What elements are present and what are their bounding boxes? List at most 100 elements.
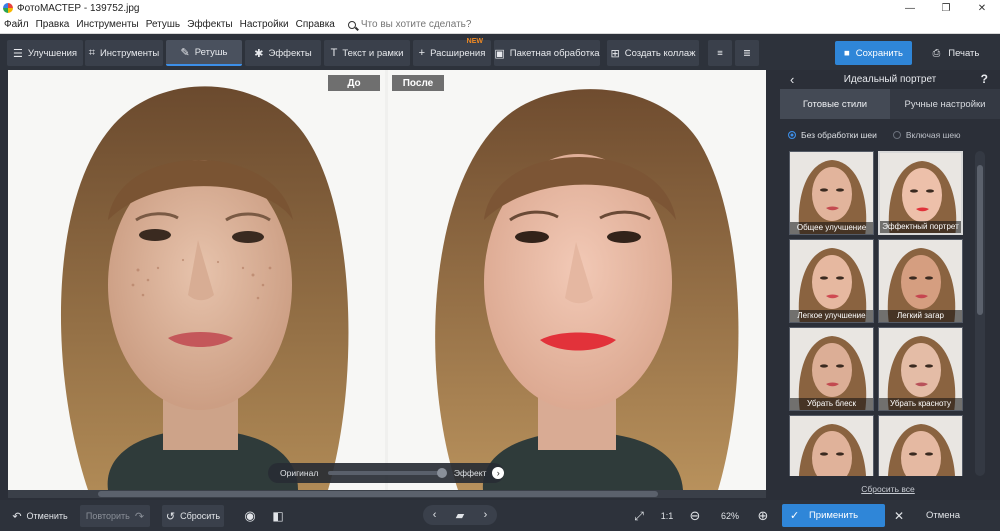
before-label: До [328,75,380,91]
tab-label: Создать коллаж [624,47,696,59]
app-logo-icon [3,3,13,13]
radio-including-neck[interactable]: Включая шею [892,130,961,140]
photo-after [388,70,766,490]
radio-without-neck[interactable]: Без обработки шеи [788,130,877,140]
menu-bar: Файл Правка Инструменты Ретушь Эффекты Н… [0,16,1000,34]
previous-image-icon[interactable]: ‹ [433,509,437,521]
radio-label: Без обработки шеи [801,130,877,140]
preset-more-2[interactable] [878,415,963,476]
preset-thumbnail [879,416,962,476]
slider-track[interactable] [328,468,447,478]
info-list-icon: ≣ [743,47,751,59]
after-label: После [392,75,444,91]
help-icon[interactable]: ? [981,72,988,86]
apply-label: Применить [808,510,859,521]
radio-dot [788,131,796,139]
preset-remove-redness[interactable]: Убрать красноту [878,327,963,411]
chevron-right-icon[interactable]: › [492,467,504,479]
close-icon: ✕ [894,508,905,523]
apply-button[interactable]: ✓ Применить [782,504,885,527]
tab-retouch[interactable]: ✎ Ретушь [166,40,242,66]
preset-general-enhance[interactable]: Общее улучшение [789,151,874,235]
next-image-icon[interactable]: › [484,509,488,521]
menu-settings[interactable]: Настройки [240,19,289,30]
folder-icon[interactable]: ▰ [456,509,464,522]
horizontal-scrollbar[interactable] [8,490,766,498]
main-toolbar: ☰ Улучшения ⌗ Инструменты ✎ Ретушь ✱ Эфф… [0,34,1000,70]
image-navigation: ‹ ▰ › [423,505,497,525]
eye-icon: ◉ [244,508,256,523]
preset-light-tan[interactable]: Легкий загар [878,239,963,323]
text-icon: T [330,47,338,59]
menu-file[interactable]: Файл [4,19,29,30]
maximize-button[interactable]: ❐ [928,0,964,16]
tab-create-collage[interactable]: ⊞ Создать коллаж [607,40,699,66]
radio-label: Включая шею [905,130,961,140]
tab-effects[interactable]: ✱ Эффекты [245,40,321,66]
effect-strength-slider[interactable]: Оригинал Эффект › [268,463,504,483]
menu-help[interactable]: Справка [296,19,335,30]
preset-caption: Легкий загар [879,310,962,322]
presets-scroll-handle[interactable] [977,165,983,315]
print-button[interactable]: ⎙ Печать [918,41,994,65]
preset-effect-portrait[interactable]: Эффектный портрет [878,151,963,235]
fit-screen-icon: ⤢ [634,508,644,523]
menu-edit[interactable]: Правка [36,19,70,30]
tab-manual-settings[interactable]: Ручные настройки [890,89,1000,119]
tab-label: Пакетная обработка [509,47,600,59]
tab-tools[interactable]: ⌗ Инструменты [85,40,163,66]
save-button[interactable]: ■ Сохранить [835,41,912,65]
reset-all-link[interactable]: Сбросить все [780,484,996,494]
cancel-button[interactable]: ✕ Отмена [890,504,996,527]
reset-button[interactable]: ↺ Сбросить [162,505,224,527]
horizontal-scroll-handle[interactable] [98,491,658,497]
tab-ready-styles[interactable]: Готовые стили [780,89,890,119]
zoom-level: 62% [720,511,739,521]
menu-retouch[interactable]: Ретушь [146,19,180,30]
tab-text-frames[interactable]: T Текст и рамки [324,40,410,66]
floppy-icon: ■ [844,47,850,59]
preview-eye-button[interactable]: ◉ [238,505,262,527]
image-canvas[interactable]: До После Оригинал Эффект › [8,70,766,490]
tab-label: Эффекты [268,47,312,59]
panel-title: Идеальный портрет [843,73,937,85]
title-bar: ФотоМАСТЕР - 139752.jpg — ❐ ✕ [0,0,1000,16]
portrait-after-image [388,70,766,490]
zoom-in-button[interactable]: ⊕ [752,505,774,527]
tab-label: Инструменты [99,47,160,59]
menu-effects[interactable]: Эффекты [187,19,232,30]
preset-remove-shine[interactable]: Убрать блеск [789,327,874,411]
history-list-button[interactable]: ≡ [708,40,732,66]
preset-caption: Эффектный портрет [880,221,961,233]
compare-view-button[interactable]: ◧ [266,505,290,527]
undo-button[interactable]: ↶ Отменить [8,505,72,527]
panel-tabs: Готовые стили Ручные настройки [780,89,1000,119]
zoom-out-button[interactable]: ⊖ [684,505,706,527]
printer-icon: ⎙ [932,47,941,59]
search-input[interactable] [360,19,471,30]
info-list-button[interactable]: ≣ [735,40,759,66]
menu-tools[interactable]: Инструменты [76,19,138,30]
close-window-button[interactable]: ✕ [964,0,1000,16]
preset-caption: Легкое улучшение [790,310,873,322]
history-list-icon: ≡ [717,47,723,59]
fit-screen-button[interactable]: ⤢ [628,505,650,527]
portrait-before-image [8,70,385,490]
check-icon: ✓ [790,510,800,522]
reset-label: Сбросить [180,511,221,521]
window-title: ФотоМАСТЕР - 139752.jpg [17,2,140,14]
preset-caption: Общее улучшение [790,222,873,234]
presets-scrollbar[interactable] [975,151,985,476]
slider-thumb[interactable] [436,468,447,478]
plus-icon: + [418,47,426,59]
preset-light-enhance[interactable]: Легкое улучшение [789,239,874,323]
preset-more-1[interactable] [789,415,874,476]
print-label: Печать [948,47,980,59]
redo-button[interactable]: Повторить ↷ [80,505,150,527]
tab-label: Расширения [430,47,486,59]
tab-extensions[interactable]: + Расширения NEW [413,38,491,66]
tab-batch-processing[interactable]: ▣ Пакетная обработка [494,40,600,66]
minimize-button[interactable]: — [892,0,928,16]
tab-enhancements[interactable]: ☰ Улучшения [7,40,83,66]
zoom-1-1-button[interactable]: 1:1 [655,505,679,527]
